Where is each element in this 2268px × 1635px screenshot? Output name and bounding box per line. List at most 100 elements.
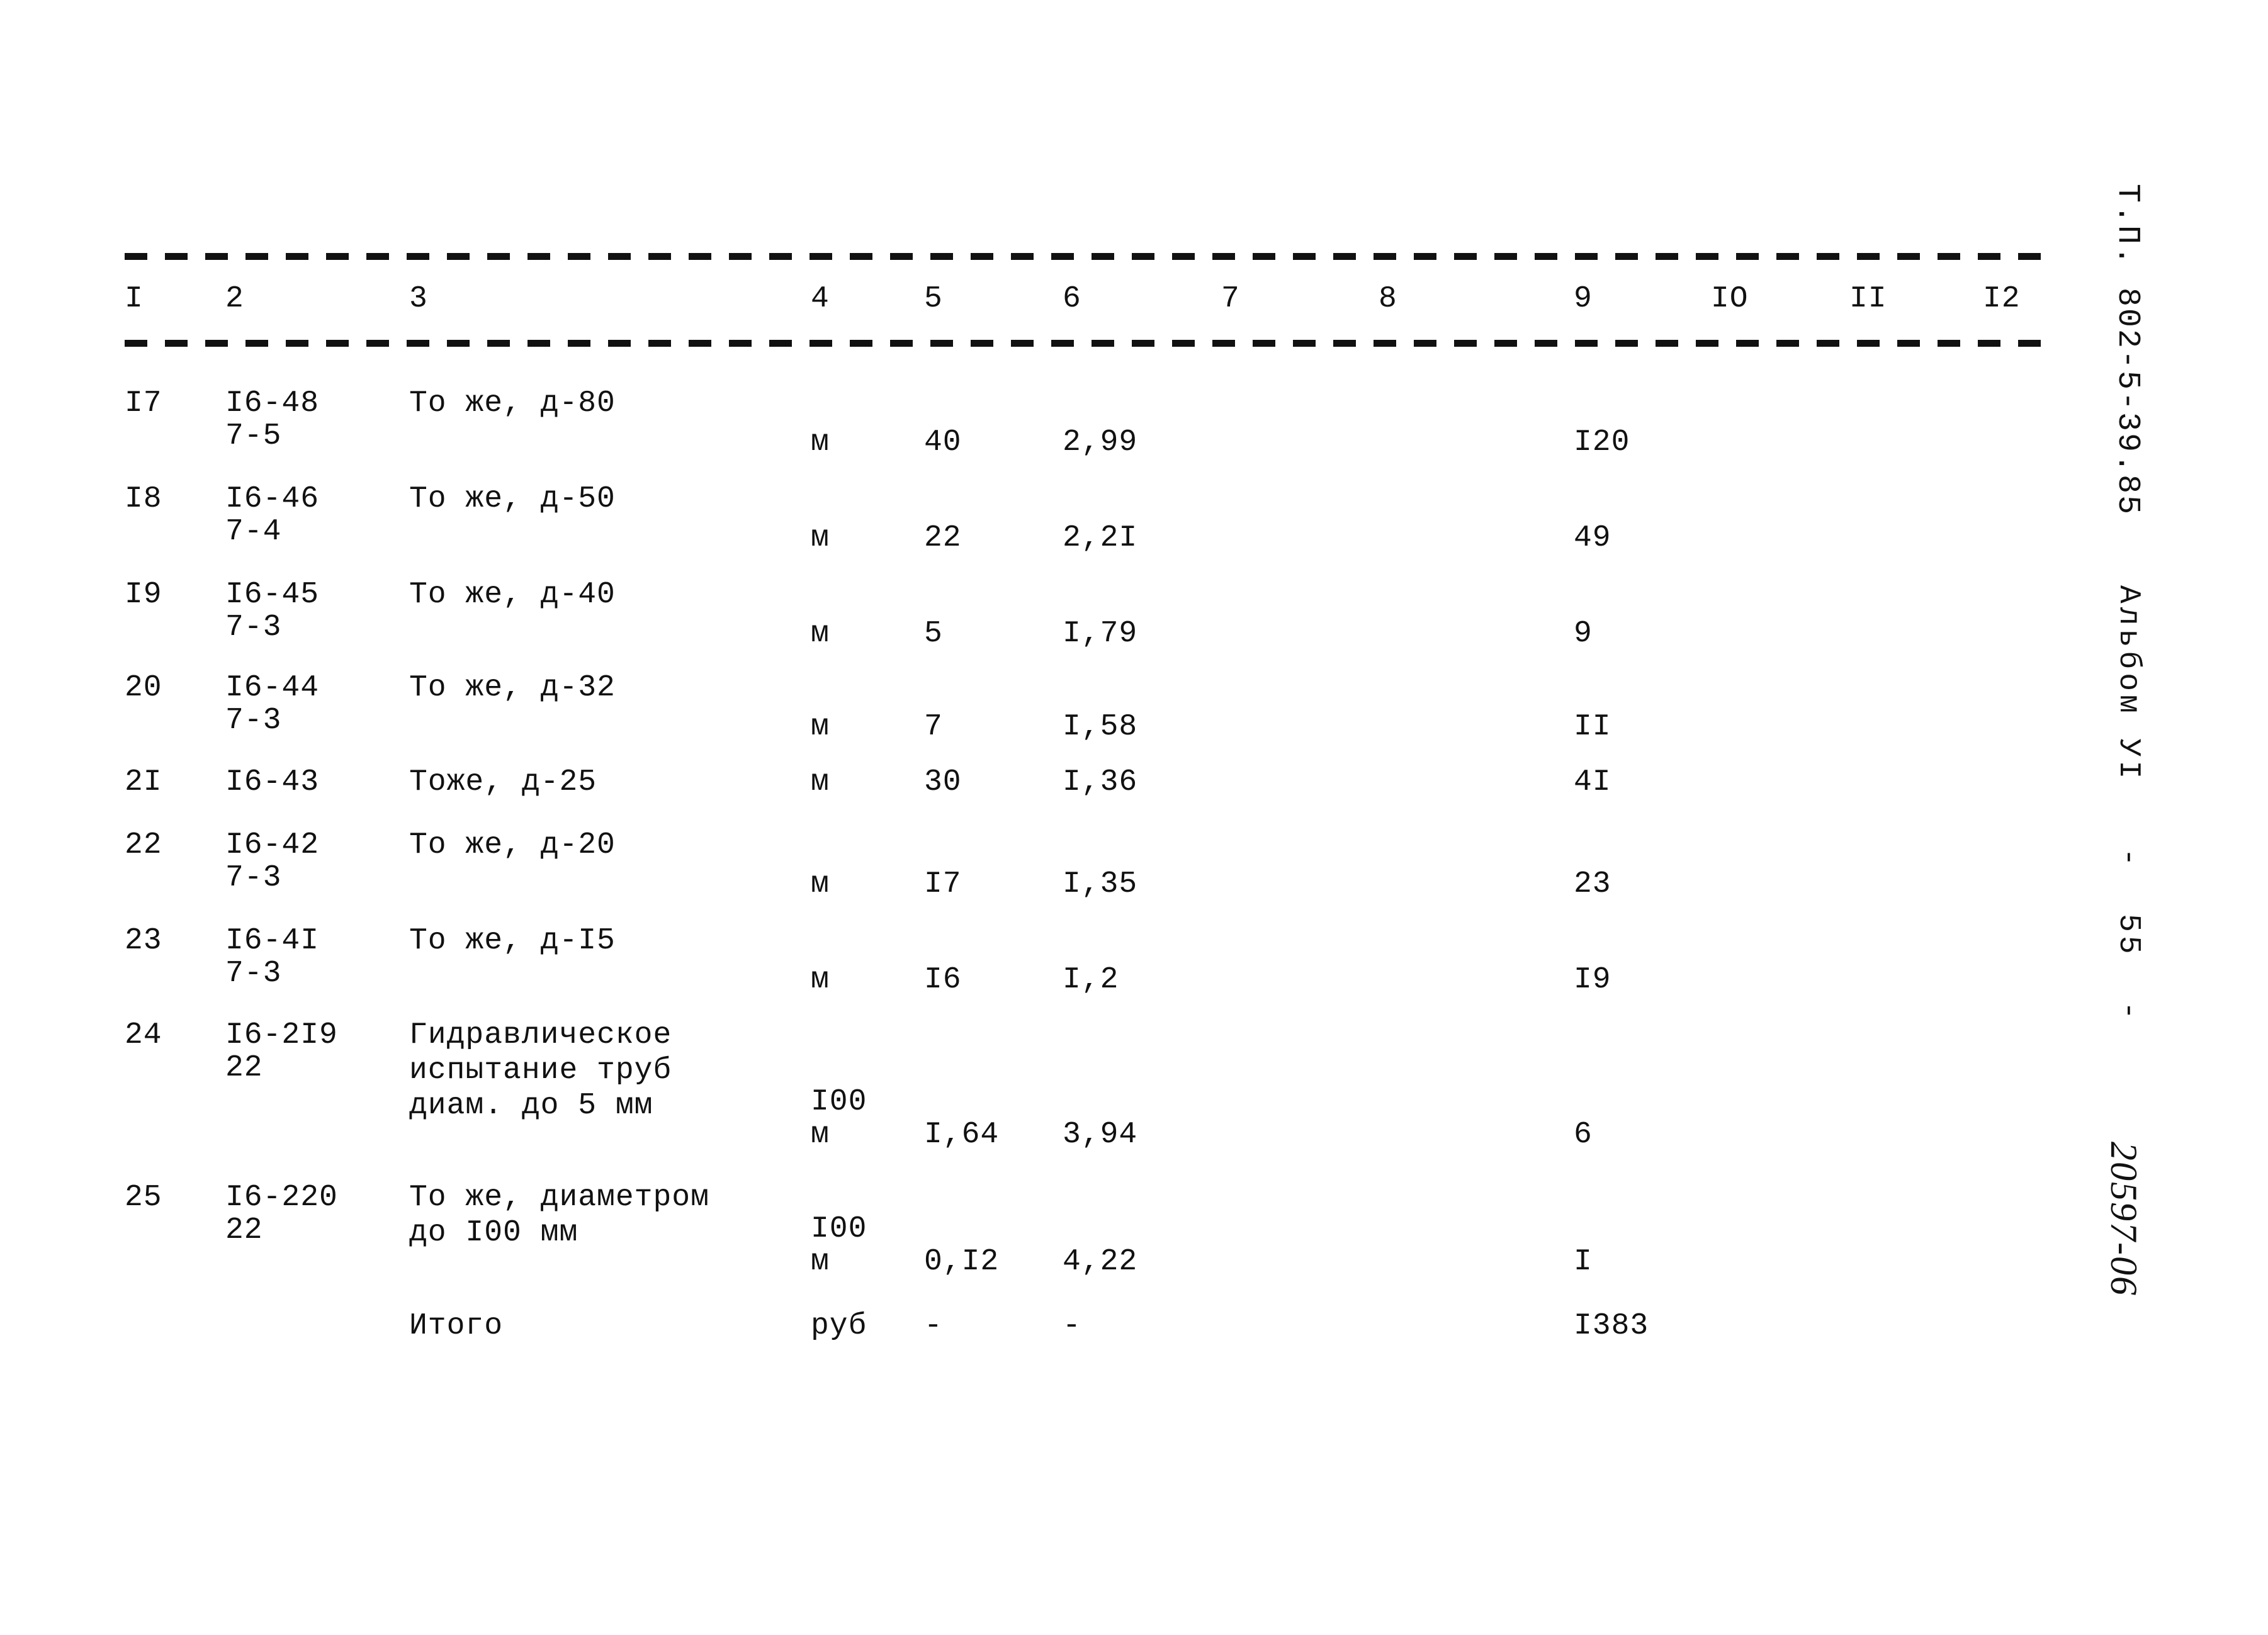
row-code-line-1: I6-43 bbox=[225, 765, 320, 799]
row-total: 49 bbox=[1574, 521, 1611, 555]
row-quantity: I6 bbox=[924, 963, 962, 997]
row-total: 9 bbox=[1574, 617, 1593, 651]
row-code-line-2: 7-3 bbox=[225, 704, 282, 738]
row-number: I8 bbox=[125, 482, 162, 516]
row-unit-price: 4,22 bbox=[1063, 1245, 1138, 1279]
total-row-sum: I383 bbox=[1574, 1309, 1649, 1343]
row-unit-line-2: м bbox=[811, 1245, 830, 1279]
column-header-4: 4 bbox=[811, 282, 830, 316]
row-unit-price: I,79 bbox=[1063, 617, 1138, 651]
row-code-line-2: 22 bbox=[225, 1051, 263, 1085]
row-number: 20 bbox=[125, 671, 162, 705]
row-description-line-2: испытание труб bbox=[409, 1053, 672, 1087]
document-code-stamp: Т.П. 802-5-39.85 bbox=[2109, 184, 2145, 517]
row-unit-price: 3,94 bbox=[1063, 1118, 1138, 1152]
row-number: I9 bbox=[125, 578, 162, 612]
row-unit-price: I,35 bbox=[1063, 867, 1138, 901]
row-unit-line-1: I00 bbox=[811, 1085, 867, 1119]
row-unit-price: I,58 bbox=[1063, 710, 1138, 744]
row-quantity: 30 bbox=[924, 765, 962, 799]
row-description: Тоже, д-25 bbox=[409, 765, 597, 799]
total-row-quantity: - bbox=[924, 1309, 943, 1343]
row-unit-price: 2,2I bbox=[1063, 521, 1138, 555]
column-header-6: 6 bbox=[1063, 282, 1081, 316]
scanned-page: I 2 3 4 5 6 7 8 9 IO II I2 I7 I6-48 7-5 … bbox=[0, 0, 2268, 1635]
column-header-2: 2 bbox=[225, 282, 244, 316]
total-row-label: Итого bbox=[409, 1309, 504, 1343]
row-total: 6 bbox=[1574, 1118, 1593, 1152]
row-code-line-1: I6-45 bbox=[225, 578, 320, 612]
right-margin-block: Т.П. 802-5-39.85 Альбом УI - 55 - 20597-… bbox=[0, 0, 2268, 1635]
row-number: 24 bbox=[125, 1018, 162, 1052]
row-code-line-1: I6-2I9 bbox=[225, 1018, 338, 1052]
row-code-line-1: I6-4I bbox=[225, 924, 320, 958]
row-description: То же, д-50 bbox=[409, 482, 616, 516]
total-row-unit: руб bbox=[811, 1309, 867, 1343]
album-and-page-stamp: Альбом УI - 55 - bbox=[2111, 585, 2145, 1024]
row-unit-price: I,36 bbox=[1063, 765, 1138, 799]
total-row-unit-price: - bbox=[1063, 1309, 1081, 1343]
row-description: То же, д-20 bbox=[409, 828, 616, 862]
row-quantity: 22 bbox=[924, 521, 962, 555]
column-header-7: 7 bbox=[1221, 282, 1240, 316]
row-unit: м bbox=[811, 867, 830, 901]
row-description-line-3: диам. до 5 мм bbox=[409, 1089, 653, 1123]
row-unit-line-1: I00 bbox=[811, 1212, 867, 1246]
row-code-line-1: I6-44 bbox=[225, 671, 320, 705]
row-code-line-2: 7-3 bbox=[225, 610, 282, 644]
row-code-line-1: I6-48 bbox=[225, 386, 320, 420]
row-code-line-2: 7-4 bbox=[225, 515, 282, 549]
row-number: 25 bbox=[125, 1181, 162, 1215]
row-code-line-1: I6-46 bbox=[225, 482, 320, 516]
row-description-line-1: То же, диаметром bbox=[409, 1181, 709, 1215]
column-header-9: 9 bbox=[1574, 282, 1593, 316]
column-header-3: 3 bbox=[409, 282, 428, 316]
row-unit-price: 2,99 bbox=[1063, 425, 1138, 459]
row-unit: м bbox=[811, 710, 830, 744]
column-header-5: 5 bbox=[924, 282, 943, 316]
row-code-line-2: 7-3 bbox=[225, 861, 282, 895]
row-total: 4I bbox=[1574, 765, 1611, 799]
column-header-11: II bbox=[1849, 282, 1887, 316]
column-header-10: IO bbox=[1711, 282, 1749, 316]
row-unit: м bbox=[811, 617, 830, 651]
row-number: 2I bbox=[125, 765, 162, 799]
row-description: То же, д-80 bbox=[409, 386, 616, 420]
row-quantity: 7 bbox=[924, 710, 943, 744]
row-description: То же, д-I5 bbox=[409, 924, 616, 958]
row-quantity: 0,I2 bbox=[924, 1245, 1000, 1279]
row-description-line-1: Гидравлическое bbox=[409, 1018, 672, 1052]
row-description: То же, д-40 bbox=[409, 578, 616, 612]
row-number: I7 bbox=[125, 386, 162, 420]
row-total: 23 bbox=[1574, 867, 1611, 901]
row-code-line-2: 7-3 bbox=[225, 957, 282, 991]
row-number: 22 bbox=[125, 828, 162, 862]
row-unit-line-2: м bbox=[811, 1118, 830, 1152]
row-code-line-2: 22 bbox=[225, 1213, 263, 1247]
column-header-12: I2 bbox=[1983, 282, 2021, 316]
sheet-number-handwritten: 20597-06 bbox=[2103, 1142, 2145, 1296]
row-quantity: 40 bbox=[924, 425, 962, 459]
table-top-dashed-rule bbox=[125, 253, 2051, 260]
row-quantity: I7 bbox=[924, 867, 962, 901]
row-total: II bbox=[1574, 710, 1611, 744]
row-unit: м bbox=[811, 521, 830, 555]
column-header-8: 8 bbox=[1379, 282, 1397, 316]
row-total: I9 bbox=[1574, 963, 1611, 997]
row-code-line-1: I6-220 bbox=[225, 1181, 338, 1215]
row-unit: м bbox=[811, 765, 830, 799]
row-code-line-2: 7-5 bbox=[225, 419, 282, 453]
column-header-1: I bbox=[125, 282, 144, 316]
row-number: 23 bbox=[125, 924, 162, 958]
row-unit: м bbox=[811, 963, 830, 997]
row-unit-price: I,2 bbox=[1063, 963, 1119, 997]
table-header-bottom-dashed-rule bbox=[125, 340, 2051, 347]
row-total: I bbox=[1574, 1245, 1593, 1279]
row-description-line-2: до I00 мм bbox=[409, 1216, 578, 1250]
row-quantity: 5 bbox=[924, 617, 943, 651]
row-quantity: I,64 bbox=[924, 1118, 1000, 1152]
row-unit: м bbox=[811, 425, 830, 459]
row-total: I20 bbox=[1574, 425, 1630, 459]
row-description: То же, д-32 bbox=[409, 671, 616, 705]
row-code-line-1: I6-42 bbox=[225, 828, 320, 862]
